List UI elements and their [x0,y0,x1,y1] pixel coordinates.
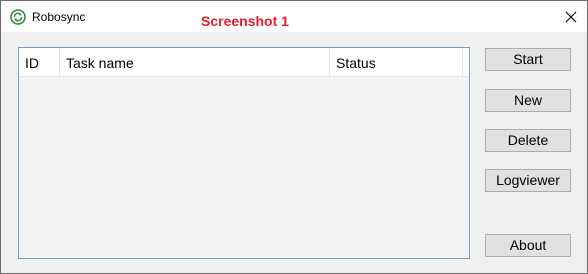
close-button[interactable] [555,1,587,32]
screenshot-annotation: Screenshot 1 [201,13,289,29]
task-list-header: ID Task name Status [19,48,469,77]
window-title: Robosync [32,10,86,24]
column-header-id[interactable]: ID [19,48,60,76]
robosync-app-icon [10,9,26,25]
title-bar[interactable]: Robosync Screenshot 1 [1,1,587,32]
delete-button[interactable]: Delete [485,129,571,152]
close-icon [565,11,577,22]
about-button[interactable]: About [485,234,571,257]
start-button[interactable]: Start [485,48,571,71]
column-header-status[interactable]: Status [330,48,463,76]
task-list[interactable]: ID Task name Status [18,47,470,259]
column-header-task-name[interactable]: Task name [60,48,330,76]
logviewer-button[interactable]: Logviewer [485,169,571,192]
new-button[interactable]: New [485,89,571,112]
main-window: Robosync Screenshot 1 ID Task name Statu… [0,0,588,274]
